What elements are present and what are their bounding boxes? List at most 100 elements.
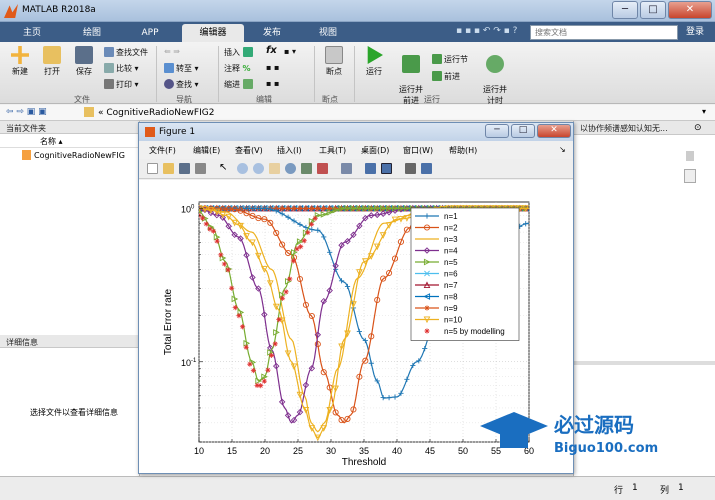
edit-row2-icons[interactable]: ▪ ▪ [266,63,279,72]
magnifier-icon [164,79,174,89]
column-header-name[interactable]: 名称 ▴ [0,134,139,148]
brush-icon[interactable] [317,163,328,174]
find-button[interactable]: 查找 ▾ [164,79,199,90]
series-marker [236,313,242,319]
indent-button[interactable]: 缩进 [224,79,255,90]
figure-titlebar: Figure 1 ─ □ ✕ [139,123,573,141]
find-files-button[interactable]: 查找文件 [104,47,148,58]
x-axis-label: Threshold [342,457,386,468]
menu-file[interactable]: 文件(F) [149,145,176,156]
show-plot-tools-icon[interactable] [421,163,432,174]
scrollbar-up[interactable] [684,169,696,183]
data-cursor-icon[interactable] [301,163,312,174]
tab-editor[interactable]: 编辑器 [182,24,244,42]
series-marker [321,205,327,211]
menu-help[interactable]: 帮助(H) [449,145,477,156]
goto-button[interactable]: 转至 ▾ [164,63,199,74]
series-marker [229,285,235,291]
window-titlebar: MATLAB R2018a ─ □ ✕ [0,0,715,22]
panel-divider[interactable] [574,361,715,365]
print-figure-icon[interactable] [195,163,206,174]
edit-row3-icons[interactable]: ▪ ▪ [266,79,279,88]
run-advance-button[interactable]: 运行并 前进 [394,46,428,106]
y-tick-label: 10-1 [181,358,197,368]
x-tick-label: 40 [392,446,402,456]
watermark-cn-text: 必过源码 [553,413,634,437]
menu-view[interactable]: 查看(V) [235,145,263,156]
link-plot-icon[interactable] [341,163,352,174]
colorbar-icon[interactable] [365,163,376,174]
open-file-icon[interactable] [163,163,174,174]
open-button[interactable]: 打开 [38,46,66,77]
legend[interactable]: n=1 n=2 n=3 n=4 n=5 n=6 n=7 n=8 n=9 n=10 n=5 by mo… [410,207,520,341]
series-marker [225,267,231,273]
hide-plot-tools-icon[interactable] [405,163,416,174]
details-message: 选择文件以查看详细信息 [30,408,118,417]
matlab-logo-icon [4,4,18,18]
tab-plots[interactable]: 绘图 [64,24,120,42]
legend-icon[interactable] [381,163,392,174]
address-bar: ⇦ ⇨ ▣ ▣ « CognitiveRadioNewFIG2 ▾ [0,105,715,121]
compare-button[interactable]: 比较 ▾ [104,63,139,74]
save-figure-icon[interactable] [179,163,190,174]
figure-minimize-button[interactable]: ─ [485,124,509,138]
stopwatch-icon [486,55,504,73]
menu-tools[interactable]: 工具(T) [319,145,346,156]
close-button[interactable]: ✕ [668,1,712,19]
tab-apps[interactable]: APP [124,24,176,42]
row-value: 1 [632,483,638,493]
panel-options-icon[interactable]: ⊙ [694,123,702,133]
run-button[interactable]: 运行 [360,46,388,77]
menu-window[interactable]: 窗口(W) [403,145,433,156]
figure-title: Figure 1 [159,127,196,137]
run-section-button[interactable]: 运行节 [432,54,468,65]
fx-button[interactable]: fx [266,45,277,56]
dock-arrow-icon[interactable]: ↘ [559,145,566,154]
figure-close-button[interactable]: ✕ [537,124,571,138]
series-marker [279,295,286,301]
search-input[interactable]: 搜索文档 [530,25,678,40]
legend-label: n=9 [444,304,458,313]
quick-access-icons[interactable]: ▪ ▪ ▪ ↶ ↷ ▪ ? [456,26,517,36]
menu-edit[interactable]: 编辑(E) [193,145,220,156]
legend-label: n=10 [444,316,463,325]
edit-more-icons[interactable]: ▪ ▾ [284,47,296,56]
plus-icon [11,46,29,64]
print-button[interactable]: 打印 ▾ [104,79,139,90]
menu-insert[interactable]: 插入(I) [277,145,302,156]
legend-label: n=4 [444,247,458,256]
breakpoints-button[interactable]: 断点 [320,46,348,77]
file-list-item[interactable]: CognitiveRadioNewFIG [0,148,139,162]
figure-maximize-button[interactable]: □ [511,124,535,138]
menu-desktop[interactable]: 桌面(D) [361,145,389,156]
pointer-icon[interactable]: ↖ [219,163,230,174]
maximize-button[interactable]: □ [640,1,666,19]
editor-ribbon: 新建 打开 保存 查找文件 比较 ▾ 打印 ▾ 文件 ⇚ ⇛ 转至 ▾ 查找 ▾… [0,42,715,106]
pan-hand-icon[interactable] [269,163,280,174]
x-tick-label: 15 [227,446,237,456]
new-button[interactable]: 新建 [6,46,34,77]
y-axis-label: Total Error rate [163,288,174,355]
zoom-in-icon[interactable] [237,163,248,174]
tab-view[interactable]: 视图 [302,24,354,42]
nav-back-forward[interactable]: ⇚ ⇛ [164,47,180,56]
comment-button[interactable]: 注释 % [224,63,251,74]
insert-button[interactable]: 插入 [224,47,255,58]
legend-label: n=8 [444,293,458,302]
advance-button[interactable]: 前进 [432,71,460,82]
tab-home[interactable]: 主页 [8,24,56,42]
path-dropdown-icon[interactable]: ▾ [702,107,706,116]
new-figure-icon[interactable] [147,163,158,174]
run-time-button[interactable]: 运行并 计时 [478,46,512,106]
zoom-out-icon[interactable] [253,163,264,174]
save-button[interactable]: 保存 [70,46,98,77]
minimize-button[interactable]: ─ [612,1,638,19]
nav-arrows-icon[interactable]: ⇦ ⇨ ▣ ▣ [6,107,47,117]
group-file-label: 文件 [74,95,90,104]
insert-icon [242,47,253,57]
rotate-3d-icon[interactable] [285,163,296,174]
current-path[interactable]: « CognitiveRadioNewFIG2 [98,108,214,118]
tab-publish[interactable]: 发布 [250,24,294,42]
login-button[interactable]: 登录 [680,24,710,40]
series-marker [210,228,217,234]
